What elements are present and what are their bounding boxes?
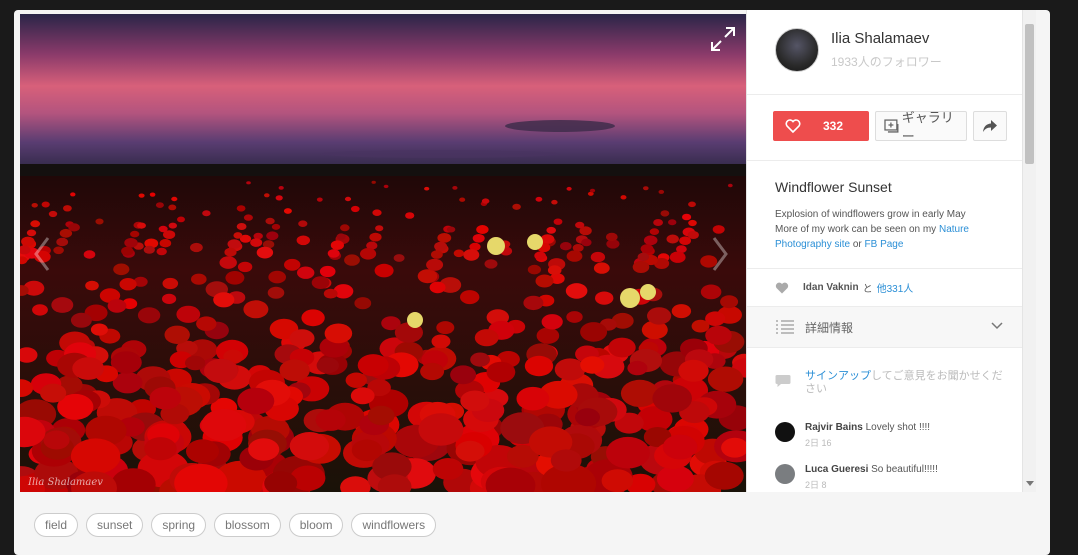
tag-windflowers[interactable]: windflowers (351, 513, 437, 537)
photo-image (20, 14, 746, 492)
description-text: More of my work can be seen on my (775, 224, 939, 235)
next-arrow-icon[interactable] (708, 234, 732, 274)
tag-list: field sunset spring blossom bloom windfl… (34, 513, 437, 537)
photo[interactable]: Ilia Shalamaev (20, 14, 746, 492)
comment-time: 2日 8 (805, 480, 827, 490)
likes-summary: Idan Vaknin と 他331人 (775, 280, 913, 295)
heart-icon (785, 119, 801, 134)
comment-prompt[interactable]: サインアップしてご意見をお聞かせください (775, 370, 1003, 400)
like-count: 332 (823, 119, 844, 133)
divider (747, 94, 1023, 95)
commenter-avatar[interactable] (775, 464, 795, 484)
fb-page-link[interactable]: FB Page (865, 239, 904, 250)
other-likers-link[interactable]: 他331人 (877, 280, 914, 295)
add-to-gallery-icon (884, 119, 899, 133)
comment-item: Luca Gueresi So beautiful!!!!! 2日 8 (775, 464, 938, 491)
heart-icon (775, 282, 789, 293)
comment-item: Rajvir Bains Lovely shot !!!! 2日 16 (775, 422, 930, 449)
share-button[interactable] (973, 111, 1007, 141)
like-button[interactable]: 332 (773, 111, 869, 141)
sidebar-scrollbar[interactable] (1022, 10, 1036, 492)
comment-bubble-icon (775, 375, 791, 387)
gallery-button[interactable]: ギャラリー (875, 110, 967, 144)
photo-viewer: Ilia Shalamaev Ilia Shalamaev 1933人のフォロワ… (14, 10, 1050, 555)
photo-title: Windflower Sunset (775, 179, 892, 195)
expand-icon[interactable] (708, 24, 738, 54)
list-icon (776, 320, 794, 334)
comment-text: Lovely shot !!!! (865, 422, 931, 433)
tag-spring[interactable]: spring (151, 513, 207, 537)
follower-count: 1933人のフォロワー (831, 55, 942, 69)
action-bar: 332 ギャラリー (773, 110, 1007, 144)
author-avatar[interactable] (775, 28, 819, 72)
commenter-name[interactable]: Luca Gueresi (805, 464, 868, 475)
author-name[interactable]: Ilia Shalamaev (831, 30, 942, 47)
signup-link[interactable]: サインアップ (805, 370, 871, 382)
description-line: More of my work can be seen on my Nature… (775, 222, 1007, 252)
description-line: Explosion of windflowers grow in early M… (775, 209, 966, 220)
comment-time: 2日 16 (805, 438, 832, 448)
liker-name[interactable]: Idan Vaknin (803, 282, 859, 293)
commenter-name[interactable]: Rajvir Bains (805, 422, 863, 433)
details-toggle[interactable]: 詳細情報 (747, 306, 1023, 348)
tag-bloom[interactable]: bloom (288, 513, 344, 537)
photo-description: Explosion of windflowers grow in early M… (775, 207, 1007, 252)
description-text: or (850, 239, 865, 250)
share-arrow-icon (983, 120, 997, 132)
tag-field[interactable]: field (34, 513, 79, 537)
scrollbar-thumb[interactable] (1025, 24, 1034, 164)
info-sidebar: Ilia Shalamaev 1933人のフォロワー 332 ギャラリー Win… (746, 10, 1036, 492)
tag-sunset[interactable]: sunset (86, 513, 144, 537)
scroll-down-arrow-icon[interactable] (1026, 481, 1034, 486)
author-block[interactable]: Ilia Shalamaev 1933人のフォロワー (775, 28, 942, 72)
divider (747, 268, 1023, 269)
comment-input[interactable]: サインアップしてご意見をお聞かせください (805, 370, 1003, 400)
chevron-down-icon (991, 322, 1003, 330)
divider (747, 160, 1023, 161)
commenter-avatar[interactable] (775, 422, 795, 442)
details-label: 詳細情報 (805, 320, 854, 335)
likes-conjunction: と (862, 284, 873, 295)
gallery-label: ギャラリー (901, 110, 954, 144)
tag-blossom[interactable]: blossom (214, 513, 281, 537)
photo-watermark: Ilia Shalamaev (28, 477, 103, 488)
previous-arrow-icon[interactable] (30, 234, 54, 274)
comment-text: So beautiful!!!!! (871, 464, 938, 475)
